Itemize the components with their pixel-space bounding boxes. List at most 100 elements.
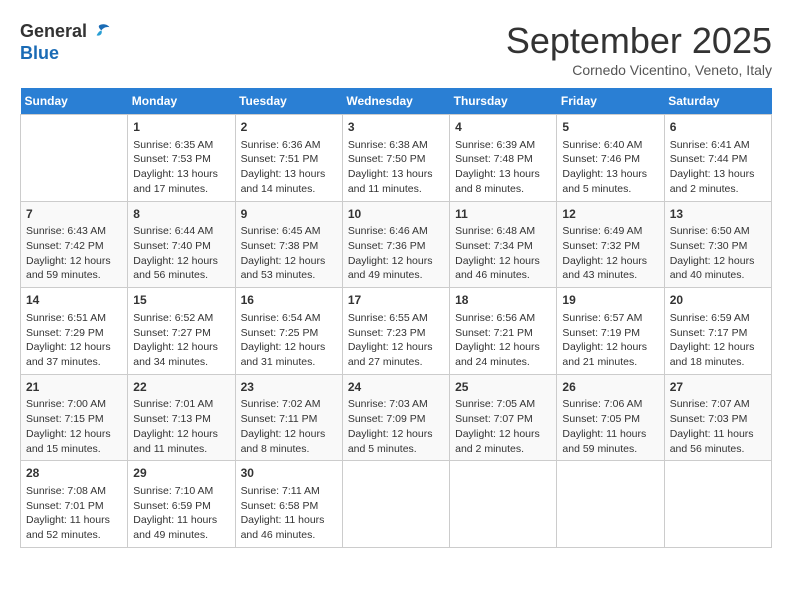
calendar-cell: 10Sunrise: 6:46 AM Sunset: 7:36 PM Dayli… (342, 201, 449, 288)
day-info: Sunrise: 6:56 AM Sunset: 7:21 PM Dayligh… (455, 311, 551, 370)
day-info: Sunrise: 6:52 AM Sunset: 7:27 PM Dayligh… (133, 311, 229, 370)
day-number: 19 (562, 292, 658, 309)
day-info: Sunrise: 7:11 AM Sunset: 6:58 PM Dayligh… (241, 484, 337, 543)
calendar-cell (342, 461, 449, 548)
month-title: September 2025 (506, 20, 772, 62)
day-info: Sunrise: 6:54 AM Sunset: 7:25 PM Dayligh… (241, 311, 337, 370)
calendar-cell: 8Sunrise: 6:44 AM Sunset: 7:40 PM Daylig… (128, 201, 235, 288)
day-info: Sunrise: 6:49 AM Sunset: 7:32 PM Dayligh… (562, 224, 658, 283)
day-info: Sunrise: 6:43 AM Sunset: 7:42 PM Dayligh… (26, 224, 122, 283)
day-number: 11 (455, 206, 551, 223)
day-info: Sunrise: 6:46 AM Sunset: 7:36 PM Dayligh… (348, 224, 444, 283)
calendar-cell: 22Sunrise: 7:01 AM Sunset: 7:13 PM Dayli… (128, 374, 235, 461)
calendar-cell: 26Sunrise: 7:06 AM Sunset: 7:05 PM Dayli… (557, 374, 664, 461)
calendar-cell: 20 Sunrise: 6:59 AM Sunset: 7:17 PM Dayli… (664, 288, 771, 375)
calendar-cell: 16 Sunrise: 6:54 AM Sunset: 7:25 PM Dayli… (235, 288, 342, 375)
header-cell-friday: Friday (557, 88, 664, 115)
day-number: 16 (241, 292, 337, 309)
day-info: Sunrise: 6:45 AM Sunset: 7:38 PM Dayligh… (241, 224, 337, 283)
day-number: 12 (562, 206, 658, 223)
calendar-cell: 19 Sunrise: 6:57 AM Sunset: 7:19 PM Dayli… (557, 288, 664, 375)
day-number: 6 (670, 119, 766, 136)
day-info: Sunrise: 6:50 AM Sunset: 7:30 PM Dayligh… (670, 224, 766, 283)
calendar-cell: 18 Sunrise: 6:56 AM Sunset: 7:21 PM Dayli… (450, 288, 557, 375)
day-number: 24 (348, 379, 444, 396)
day-info: Sunrise: 6:44 AM Sunset: 7:40 PM Dayligh… (133, 224, 229, 283)
calendar-cell: 21Sunrise: 7:00 AM Sunset: 7:15 PM Dayli… (21, 374, 128, 461)
calendar-cell: 29 Sunrise: 7:10 AM Sunset: 6:59 PM Dayli… (128, 461, 235, 548)
calendar-week-2: 7Sunrise: 6:43 AM Sunset: 7:42 PM Daylig… (21, 201, 772, 288)
calendar-cell: 6 Sunrise: 6:41 AM Sunset: 7:44 PM Daylig… (664, 115, 771, 202)
header-cell-sunday: Sunday (21, 88, 128, 115)
calendar-cell: 1Sunrise: 6:35 AM Sunset: 7:53 PM Daylig… (128, 115, 235, 202)
calendar-week-1: 1Sunrise: 6:35 AM Sunset: 7:53 PM Daylig… (21, 115, 772, 202)
day-number: 7 (26, 206, 122, 223)
day-info: Sunrise: 7:00 AM Sunset: 7:15 PM Dayligh… (26, 397, 122, 456)
calendar-cell: 15Sunrise: 6:52 AM Sunset: 7:27 PM Dayli… (128, 288, 235, 375)
day-info: Sunrise: 7:08 AM Sunset: 7:01 PM Dayligh… (26, 484, 122, 543)
day-info: Sunrise: 6:51 AM Sunset: 7:29 PM Dayligh… (26, 311, 122, 370)
header-cell-monday: Monday (128, 88, 235, 115)
calendar-cell: 11Sunrise: 6:48 AM Sunset: 7:34 PM Dayli… (450, 201, 557, 288)
title-section: September 2025 Cornedo Vicentino, Veneto… (506, 20, 772, 78)
day-info: Sunrise: 7:10 AM Sunset: 6:59 PM Dayligh… (133, 484, 229, 543)
day-number: 26 (562, 379, 658, 396)
calendar-week-3: 14Sunrise: 6:51 AM Sunset: 7:29 PM Dayli… (21, 288, 772, 375)
header-cell-thursday: Thursday (450, 88, 557, 115)
calendar-cell: 13Sunrise: 6:50 AM Sunset: 7:30 PM Dayli… (664, 201, 771, 288)
calendar-cell: 30Sunrise: 7:11 AM Sunset: 6:58 PM Dayli… (235, 461, 342, 548)
day-number: 21 (26, 379, 122, 396)
day-number: 4 (455, 119, 551, 136)
day-info: Sunrise: 7:03 AM Sunset: 7:09 PM Dayligh… (348, 397, 444, 456)
calendar-cell: 3 Sunrise: 6:38 AM Sunset: 7:50 PM Daylig… (342, 115, 449, 202)
day-number: 3 (348, 119, 444, 136)
day-number: 29 (133, 465, 229, 482)
header-cell-tuesday: Tuesday (235, 88, 342, 115)
day-info: Sunrise: 6:57 AM Sunset: 7:19 PM Dayligh… (562, 311, 658, 370)
calendar-cell: 17Sunrise: 6:55 AM Sunset: 7:23 PM Dayli… (342, 288, 449, 375)
calendar-cell: 27Sunrise: 7:07 AM Sunset: 7:03 PM Dayli… (664, 374, 771, 461)
day-info: Sunrise: 6:55 AM Sunset: 7:23 PM Dayligh… (348, 311, 444, 370)
calendar-body: 1Sunrise: 6:35 AM Sunset: 7:53 PM Daylig… (21, 115, 772, 548)
calendar-week-5: 28 Sunrise: 7:08 AM Sunset: 7:01 PM Dayli… (21, 461, 772, 548)
logo-bird-icon (87, 20, 111, 44)
calendar-cell: 24Sunrise: 7:03 AM Sunset: 7:09 PM Dayli… (342, 374, 449, 461)
calendar-cell: 7Sunrise: 6:43 AM Sunset: 7:42 PM Daylig… (21, 201, 128, 288)
logo-general: General (20, 22, 87, 42)
day-number: 25 (455, 379, 551, 396)
day-info: Sunrise: 6:36 AM Sunset: 7:51 PM Dayligh… (241, 138, 337, 197)
day-number: 27 (670, 379, 766, 396)
day-info: Sunrise: 6:48 AM Sunset: 7:34 PM Dayligh… (455, 224, 551, 283)
calendar-cell: 2 Sunrise: 6:36 AM Sunset: 7:51 PM Daylig… (235, 115, 342, 202)
day-number: 20 (670, 292, 766, 309)
logo-blue: Blue (20, 44, 59, 64)
day-info: Sunrise: 6:35 AM Sunset: 7:53 PM Dayligh… (133, 138, 229, 197)
calendar-cell (21, 115, 128, 202)
day-info: Sunrise: 6:59 AM Sunset: 7:17 PM Dayligh… (670, 311, 766, 370)
day-info: Sunrise: 7:07 AM Sunset: 7:03 PM Dayligh… (670, 397, 766, 456)
day-info: Sunrise: 7:06 AM Sunset: 7:05 PM Dayligh… (562, 397, 658, 456)
day-number: 18 (455, 292, 551, 309)
day-info: Sunrise: 6:41 AM Sunset: 7:44 PM Dayligh… (670, 138, 766, 197)
day-info: Sunrise: 7:02 AM Sunset: 7:11 PM Dayligh… (241, 397, 337, 456)
day-info: Sunrise: 6:38 AM Sunset: 7:50 PM Dayligh… (348, 138, 444, 197)
day-number: 10 (348, 206, 444, 223)
calendar-cell: 28 Sunrise: 7:08 AM Sunset: 7:01 PM Dayli… (21, 461, 128, 548)
calendar-table: SundayMondayTuesdayWednesdayThursdayFrid… (20, 88, 772, 548)
day-info: Sunrise: 7:01 AM Sunset: 7:13 PM Dayligh… (133, 397, 229, 456)
day-number: 23 (241, 379, 337, 396)
day-number: 2 (241, 119, 337, 136)
calendar-cell: 14Sunrise: 6:51 AM Sunset: 7:29 PM Dayli… (21, 288, 128, 375)
day-number: 22 (133, 379, 229, 396)
day-number: 28 (26, 465, 122, 482)
calendar-cell: 9Sunrise: 6:45 AM Sunset: 7:38 PM Daylig… (235, 201, 342, 288)
calendar-cell: 5Sunrise: 6:40 AM Sunset: 7:46 PM Daylig… (557, 115, 664, 202)
day-number: 8 (133, 206, 229, 223)
day-info: Sunrise: 6:40 AM Sunset: 7:46 PM Dayligh… (562, 138, 658, 197)
calendar-cell: 23Sunrise: 7:02 AM Sunset: 7:11 PM Dayli… (235, 374, 342, 461)
calendar-cell (557, 461, 664, 548)
day-info: Sunrise: 7:05 AM Sunset: 7:07 PM Dayligh… (455, 397, 551, 456)
logo: General Blue (20, 20, 111, 64)
calendar-week-4: 21Sunrise: 7:00 AM Sunset: 7:15 PM Dayli… (21, 374, 772, 461)
header-cell-wednesday: Wednesday (342, 88, 449, 115)
